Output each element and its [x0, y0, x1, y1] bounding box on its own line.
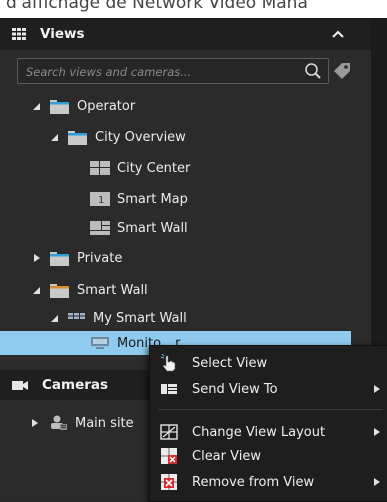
- smart-wall-icon: [68, 313, 85, 319]
- submenu-arrow-icon: [374, 428, 380, 436]
- menu-item-label: Send View To: [192, 381, 278, 397]
- search-box[interactable]: [17, 58, 329, 85]
- folder-icon: [68, 130, 87, 145]
- collapsed-arrow-icon[interactable]: [30, 418, 40, 428]
- tree-item-city-overview[interactable]: City Overview: [50, 125, 186, 149]
- tree-item-label: City Overview: [95, 129, 186, 145]
- expanded-arrow-icon[interactable]: [32, 285, 42, 295]
- tree-item-my-smart-wall[interactable]: My Smart Wall: [50, 306, 187, 330]
- menu-item-label: Change View Layout: [192, 424, 326, 440]
- folder-icon: [50, 99, 69, 114]
- svg-text:1: 1: [98, 195, 104, 206]
- menu-item-change-view-layout[interactable]: Change View Layout: [150, 420, 387, 444]
- context-menu: Select View Send View To Change View Lay…: [149, 345, 387, 502]
- submenu-arrow-icon: [374, 385, 380, 393]
- menu-item-label: Remove from View: [192, 474, 315, 490]
- camera-icon: [12, 380, 28, 390]
- submenu-arrow-icon: [374, 478, 380, 486]
- tree-item-smart-map[interactable]: 1 Smart Map: [90, 187, 188, 211]
- expanded-arrow-icon[interactable]: [50, 313, 60, 323]
- cameras-panel-title: Cameras: [42, 377, 109, 393]
- views-panel-header[interactable]: Views: [0, 18, 371, 50]
- grid-icon: [12, 28, 26, 40]
- tree-item-label: My Smart Wall: [93, 310, 187, 326]
- tree-item-city-center[interactable]: City Center: [90, 156, 190, 180]
- view-layout-icon: [90, 221, 110, 235]
- tree-item-main-site[interactable]: Main site: [30, 411, 134, 435]
- menu-item-clear-view[interactable]: Clear View: [150, 444, 387, 468]
- menu-separator: [158, 409, 383, 410]
- tree-item-label: Smart Wall: [77, 282, 148, 298]
- top-caption-strip: d'affichage de Network Video Mana: [0, 0, 387, 18]
- monitor-icon: [91, 337, 109, 349]
- remove-from-view-icon: [161, 474, 177, 490]
- tree-item-label: Operator: [77, 98, 136, 114]
- tree-item-label: Smart Wall: [117, 220, 188, 236]
- tree-item-smart-wall-view[interactable]: Smart Wall: [90, 216, 188, 240]
- search-options-icon[interactable]: [333, 62, 353, 80]
- clear-view-icon: [161, 448, 177, 464]
- top-caption-text: d'affichage de Network Video Mana: [6, 0, 308, 13]
- menu-item-remove-from-view[interactable]: Remove from View: [150, 470, 387, 494]
- tree-item-label: Smart Map: [117, 191, 188, 207]
- menu-item-send-view-to[interactable]: Send View To: [150, 377, 387, 401]
- menu-item-label: Select View: [192, 355, 268, 371]
- tree-item-label: Private: [77, 250, 123, 266]
- tree-item-label: Main site: [75, 415, 134, 431]
- expanded-arrow-icon[interactable]: [32, 101, 42, 111]
- menu-item-label: Clear View: [192, 448, 261, 464]
- views-panel-title: Views: [40, 26, 85, 42]
- tree-item-private[interactable]: Private: [32, 246, 122, 270]
- collapsed-arrow-icon[interactable]: [32, 253, 42, 263]
- view-layout-icon: [90, 161, 110, 175]
- search-icon[interactable]: [304, 62, 322, 80]
- single-view-icon: 1: [90, 192, 110, 206]
- site-server-icon: [51, 415, 67, 430]
- collapse-chevron-icon[interactable]: [332, 30, 344, 38]
- view-layout-grid-icon: [160, 424, 178, 440]
- search-input[interactable]: [18, 59, 308, 85]
- menu-item-select-view[interactable]: Select View: [150, 351, 387, 375]
- tree-item-smart-wall-group[interactable]: Smart Wall: [32, 278, 148, 302]
- smart-wall-folder-icon: [50, 283, 69, 298]
- hand-pointer-icon: [160, 354, 176, 372]
- tree-item-label: City Center: [117, 160, 191, 176]
- expanded-arrow-icon[interactable]: [50, 132, 60, 142]
- send-view-icon: [161, 384, 177, 394]
- tree-item-operator[interactable]: Operator: [32, 94, 135, 118]
- folder-icon: [50, 251, 69, 266]
